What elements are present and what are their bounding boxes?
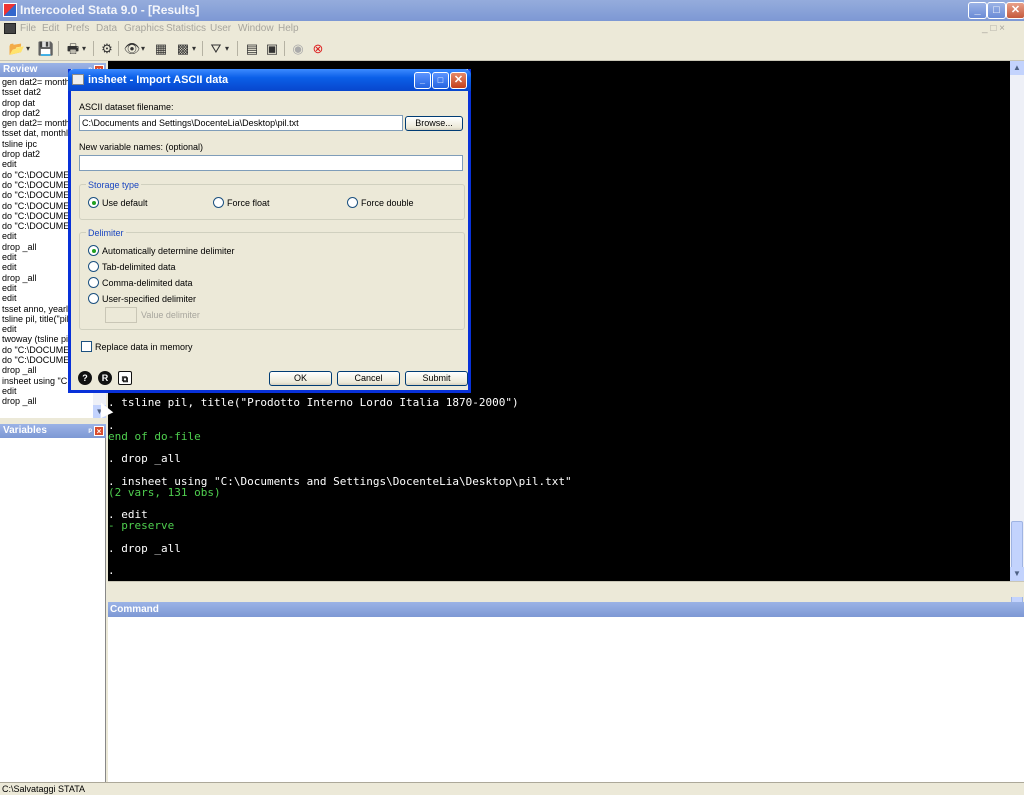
reset-icon[interactable]: R: [98, 371, 112, 385]
user-delimiter-label[interactable]: User-specified delimiter: [102, 294, 196, 304]
radio-comma-delimited[interactable]: [88, 277, 99, 288]
log-icon[interactable]: ⚙: [98, 40, 116, 57]
results-scrollbar[interactable]: ▲ ▼: [1010, 61, 1024, 621]
delimiter-title: Delimiter: [86, 228, 126, 238]
results-line: - preserve: [108, 519, 175, 532]
mdi-controls[interactable]: _ □ ×: [982, 23, 1005, 34]
stata-app-icon[interactable]: [3, 3, 17, 17]
radio-force-double[interactable]: [347, 197, 358, 208]
radio-auto-delimiter[interactable]: [88, 245, 99, 256]
command-input[interactable]: [108, 617, 1024, 782]
results-line: . tsline pil, title("Prodotto Interno Lo…: [108, 396, 519, 409]
close-button[interactable]: ✕: [1006, 2, 1024, 19]
print-icon[interactable]: 🖶: [64, 40, 86, 57]
scroll-down-icon[interactable]: ▼: [1010, 567, 1024, 581]
open-icon[interactable]: 📂: [8, 40, 30, 57]
minimize-button[interactable]: _: [968, 2, 987, 19]
menu-prefs[interactable]: Prefs: [66, 23, 89, 34]
menu-graphics[interactable]: Graphics: [124, 23, 164, 34]
menu-user[interactable]: User: [210, 23, 231, 34]
results-line: .: [108, 564, 115, 577]
scroll-up-icon[interactable]: ▲: [1010, 61, 1024, 75]
menu-help[interactable]: Help: [278, 23, 299, 34]
break-icon[interactable]: ⊗: [309, 40, 327, 57]
window-title: Intercooled Stata 9.0 - [Results]: [20, 3, 200, 17]
dofile-icon[interactable]: ▩: [174, 40, 196, 57]
value-delimiter-label: Value delimiter: [141, 310, 200, 320]
command-panel-header: Command: [108, 602, 1024, 617]
radio-tab-delimited[interactable]: [88, 261, 99, 272]
review-title: Review: [3, 64, 38, 75]
varnames-input[interactable]: [79, 155, 463, 171]
toolbar-separator: [93, 41, 94, 56]
data-editor-icon[interactable]: ▤: [243, 40, 261, 57]
viewer-icon[interactable]: 👁: [123, 40, 145, 57]
cancel-button[interactable]: Cancel: [337, 371, 400, 386]
dialog-maximize-button[interactable]: □: [432, 72, 449, 89]
force-double-label[interactable]: Force double: [361, 198, 414, 208]
menu-data[interactable]: Data: [96, 23, 117, 34]
document-icon[interactable]: [4, 23, 16, 34]
maximize-button[interactable]: □: [987, 2, 1006, 19]
value-delimiter-input: [105, 307, 137, 323]
close-icon[interactable]: ×: [94, 426, 104, 436]
dialog-icon: [72, 74, 84, 85]
results-line: . drop _all: [108, 542, 181, 555]
radio-user-delimiter[interactable]: [88, 293, 99, 304]
results-line: . drop _all: [108, 452, 181, 465]
storage-type-title: Storage type: [86, 180, 142, 190]
toolbar-separator: [58, 41, 59, 56]
command-title: Command: [110, 604, 159, 615]
data-browser-icon[interactable]: ▣: [263, 40, 281, 57]
toolbar-separator: [237, 41, 238, 56]
copy-command-icon[interactable]: ⧉: [118, 371, 132, 385]
review-item[interactable]: drop _all: [0, 396, 105, 406]
dialog-minimize-button[interactable]: _: [414, 72, 431, 89]
auto-delimiter-label[interactable]: Automatically determine delimiter: [102, 246, 235, 256]
pin-icon[interactable]: ᵖ: [88, 424, 92, 438]
status-bar: C:\Salvataggi STATA: [0, 782, 1024, 795]
graph-icon[interactable]: ▦: [152, 40, 170, 57]
results-line: (2 vars, 131 obs): [108, 486, 221, 499]
menu-edit[interactable]: Edit: [42, 23, 59, 34]
ok-button[interactable]: OK: [269, 371, 332, 386]
radio-use-default[interactable]: [88, 197, 99, 208]
toolbar-separator: [118, 41, 119, 56]
help-icon[interactable]: ?: [78, 371, 92, 385]
radio-force-float[interactable]: [213, 197, 224, 208]
more-icon[interactable]: ◉: [289, 40, 307, 57]
variables-panel-header: Variables ᵖ ×: [0, 424, 106, 438]
variables-list[interactable]: [0, 438, 106, 782]
force-float-label[interactable]: Force float: [227, 198, 270, 208]
results-status-strip: [108, 581, 1024, 597]
varnames-label: New variable names: (optional): [79, 142, 204, 152]
tab-delimited-label[interactable]: Tab-delimited data: [102, 262, 176, 272]
filter-icon[interactable]: ⛛: [207, 40, 229, 57]
comma-delimited-label[interactable]: Comma-delimited data: [102, 278, 193, 288]
variables-title: Variables: [3, 425, 47, 436]
submit-button[interactable]: Submit: [405, 371, 468, 386]
browse-button[interactable]: Browse...: [405, 116, 463, 131]
toolbar-separator: [284, 41, 285, 56]
toolbar: 📂 💾 🖶 ⚙ 👁 ▦ ▩ ⛛ ▤ ▣ ◉ ⊗: [0, 37, 1024, 61]
save-icon[interactable]: 💾: [37, 40, 55, 57]
main-title-bar: Intercooled Stata 9.0 - [Results] _ □ ✕: [0, 0, 1024, 21]
filename-input[interactable]: C:\Documents and Settings\DocenteLia\Des…: [79, 115, 403, 131]
use-default-label[interactable]: Use default: [102, 198, 148, 208]
menu-bar: File Edit Prefs Data Graphics Statistics…: [0, 21, 1024, 37]
replace-data-checkbox[interactable]: [81, 341, 92, 352]
insheet-dialog: insheet - Import ASCII data _ □ ✕ ASCII …: [68, 69, 471, 393]
working-directory: C:\Salvataggi STATA: [2, 784, 86, 794]
menu-file[interactable]: File: [20, 23, 36, 34]
toolbar-separator: [202, 41, 203, 56]
dialog-title-bar[interactable]: insheet - Import ASCII data _ □ ✕: [68, 69, 471, 91]
menu-window[interactable]: Window: [238, 23, 274, 34]
dialog-close-button[interactable]: ✕: [450, 72, 467, 89]
filename-label: ASCII dataset filename:: [79, 102, 174, 112]
replace-data-label[interactable]: Replace data in memory: [95, 342, 193, 352]
dialog-title: insheet - Import ASCII data: [88, 74, 229, 86]
results-line: end of do-file: [108, 430, 201, 443]
menu-statistics[interactable]: Statistics: [166, 23, 206, 34]
